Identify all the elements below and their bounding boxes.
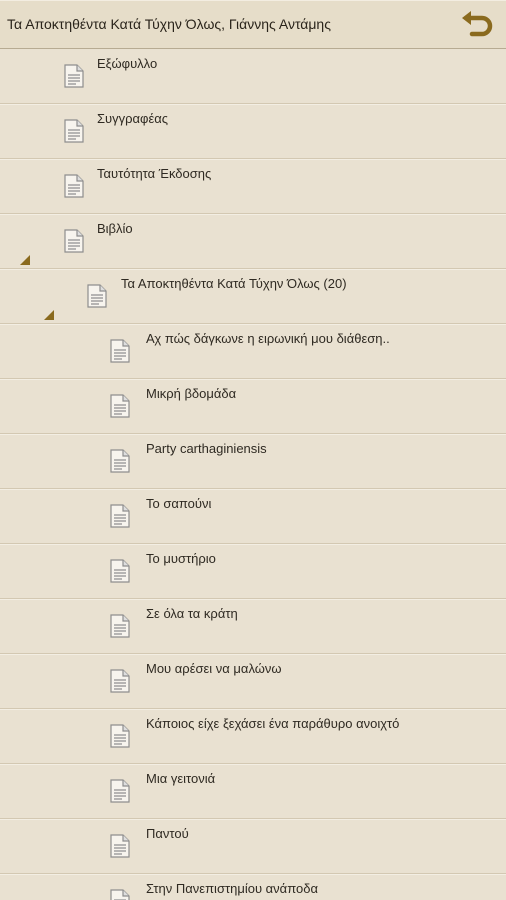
toc-item[interactable]: Μικρή βδομάδα bbox=[0, 378, 506, 434]
document-icon bbox=[109, 834, 131, 858]
document-icon bbox=[109, 559, 131, 583]
toc-item-label: Το σαπούνι bbox=[146, 496, 212, 511]
toc-item[interactable]: Συγγραφέας bbox=[0, 103, 506, 159]
table-of-contents: Εξώφυλλο Συγγραφέας Ταυτότητα Έκδοσης Βιβλί… bbox=[0, 48, 506, 900]
toc-item-label: Κάποιος είχε ξεχάσει ένα παράθυρο ανοιχτ… bbox=[146, 716, 400, 731]
toc-item[interactable]: Βιβλίο bbox=[0, 213, 506, 269]
toc-item-label: Μου αρέσει να μαλώνω bbox=[146, 661, 282, 676]
toc-item-label: Βιβλίο bbox=[97, 221, 133, 236]
document-icon bbox=[109, 504, 131, 528]
document-icon bbox=[109, 889, 131, 900]
toc-item[interactable]: Party carthaginiensis bbox=[0, 433, 506, 489]
toc-item-label: Στην Πανεπιστημίου ανάποδα bbox=[146, 881, 318, 896]
document-icon bbox=[63, 119, 85, 143]
toc-item[interactable]: Ταυτότητα Έκδοσης bbox=[0, 158, 506, 214]
toc-item[interactable]: Τα Αποκτηθέντα Κατά Τύχην Όλως (20) bbox=[0, 268, 506, 324]
document-icon bbox=[109, 779, 131, 803]
toc-item[interactable]: Κάποιος είχε ξεχάσει ένα παράθυρο ανοιχτ… bbox=[0, 708, 506, 764]
undo-arrow-icon bbox=[462, 11, 493, 37]
toc-item[interactable]: Αχ πώς δάγκωνε η ειρωνική μου διάθεση.. bbox=[0, 323, 506, 379]
toc-item-label: Μια γειτονιά bbox=[146, 771, 216, 786]
document-icon bbox=[109, 724, 131, 748]
toc-item-label: Αχ πώς δάγκωνε η ειρωνική μου διάθεση.. bbox=[146, 331, 390, 346]
toc-item-label: Συγγραφέας bbox=[97, 111, 169, 126]
document-icon bbox=[109, 394, 131, 418]
toc-item-label: Τα Αποκτηθέντα Κατά Τύχην Όλως (20) bbox=[121, 276, 347, 291]
document-icon bbox=[109, 339, 131, 363]
toc-item-label: Μικρή βδομάδα bbox=[146, 386, 237, 401]
document-icon bbox=[63, 229, 85, 253]
title-bar: Τα Αποκτηθέντα Κατά Τύχην Όλως, Γιάννης … bbox=[0, 0, 506, 49]
toc-item[interactable]: Εξώφυλλο bbox=[0, 48, 506, 104]
expanded-triangle-icon[interactable] bbox=[43, 308, 55, 320]
toc-item[interactable]: Παντού bbox=[0, 818, 506, 874]
toc-item[interactable]: Στην Πανεπιστημίου ανάποδα bbox=[0, 873, 506, 900]
toc-item-label: Το μυστήριο bbox=[146, 551, 216, 566]
toc-item[interactable]: Το σαπούνι bbox=[0, 488, 506, 544]
document-icon bbox=[109, 614, 131, 638]
toc-item[interactable]: Το μυστήριο bbox=[0, 543, 506, 599]
expanded-triangle-icon[interactable] bbox=[19, 253, 31, 265]
toc-item-label: Party carthaginiensis bbox=[146, 441, 267, 456]
toc-item-label: Εξώφυλλο bbox=[97, 56, 158, 71]
toc-item-label: Παντού bbox=[146, 826, 189, 841]
document-icon bbox=[63, 64, 85, 88]
document-icon bbox=[109, 669, 131, 693]
document-icon bbox=[63, 174, 85, 198]
book-title: Τα Αποκτηθέντα Κατά Τύχην Όλως, Γιάννης … bbox=[7, 16, 331, 32]
toc-item[interactable]: Σε όλα τα κράτη bbox=[0, 598, 506, 654]
toc-item-label: Ταυτότητα Έκδοσης bbox=[97, 166, 212, 181]
document-icon bbox=[109, 449, 131, 473]
toc-item[interactable]: Μου αρέσει να μαλώνω bbox=[0, 653, 506, 709]
back-button[interactable] bbox=[456, 6, 498, 42]
document-icon bbox=[86, 284, 108, 308]
toc-item[interactable]: Μια γειτονιά bbox=[0, 763, 506, 819]
toc-item-label: Σε όλα τα κράτη bbox=[146, 606, 238, 621]
